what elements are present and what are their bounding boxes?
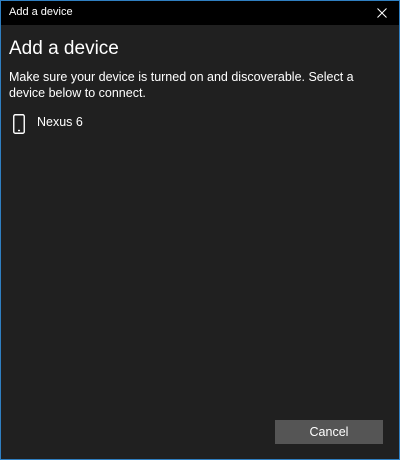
device-list-item[interactable]: Nexus 6	[5, 110, 385, 142]
close-button[interactable]	[365, 1, 399, 25]
page-title: Add a device	[9, 38, 119, 59]
device-name: Nexus 6	[37, 115, 83, 129]
phone-icon	[5, 110, 33, 142]
add-device-dialog: Add a device Add a device Make sure your…	[0, 0, 400, 460]
window-title: Add a device	[9, 6, 73, 18]
cancel-button[interactable]: Cancel	[275, 420, 383, 444]
instructions-text: Make sure your device is turned on and d…	[9, 70, 354, 100]
title-bar[interactable]: Add a device	[1, 1, 399, 25]
close-icon	[377, 8, 387, 18]
